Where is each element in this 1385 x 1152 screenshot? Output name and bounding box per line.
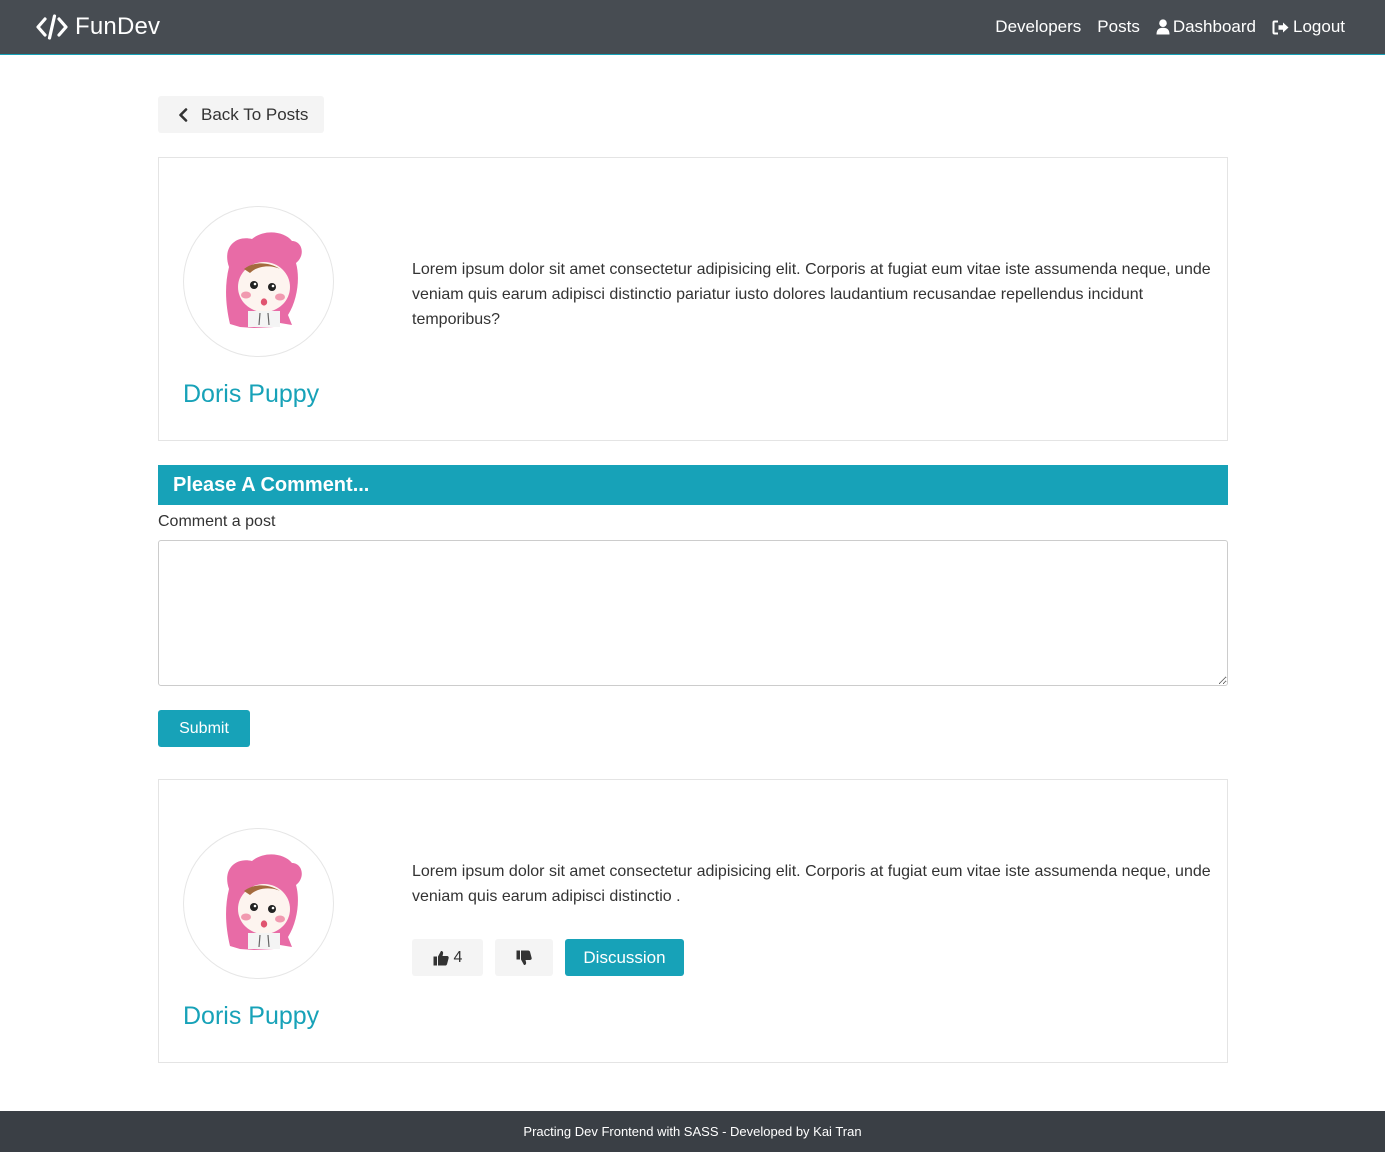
nav-link-label: Logout — [1293, 17, 1345, 36]
comment-actions: 4 Discussion — [412, 939, 684, 976]
nav-link-developers[interactable]: Developers — [995, 17, 1081, 37]
post-text: Lorem ipsum dolor sit amet consectetur a… — [412, 261, 1211, 328]
nav-link-label: Posts — [1097, 17, 1140, 36]
post-author-name[interactable]: Doris Puppy — [183, 380, 319, 409]
sign-out-icon — [1272, 20, 1289, 34]
avatar-image — [226, 854, 302, 950]
thumbs-up-icon — [433, 950, 449, 965]
brand-link[interactable]: FunDev — [36, 13, 160, 41]
nav-link-logout[interactable]: Logout — [1272, 17, 1345, 37]
chevron-left-icon — [179, 107, 188, 122]
comment-author-name[interactable]: Doris Puppy — [183, 1002, 319, 1031]
avatar[interactable] — [183, 206, 334, 357]
nav-link-label: Dashboard — [1172, 17, 1256, 36]
comment-textarea[interactable] — [158, 540, 1228, 686]
avatar[interactable] — [183, 828, 334, 979]
discussion-button[interactable]: Discussion — [565, 939, 684, 976]
avatar-image — [226, 232, 302, 328]
comment-label: Comment a post — [158, 513, 276, 530]
nav-link-posts[interactable]: Posts — [1097, 17, 1140, 37]
comment-text: Lorem ipsum dolor sit amet consectetur a… — [412, 863, 1211, 905]
dislike-button[interactable] — [495, 939, 553, 976]
code-icon — [36, 14, 68, 40]
like-count: 4 — [453, 948, 463, 966]
nav-links: Developers Posts Dashboard Logout — [979, 17, 1345, 37]
footer: Practing Dev Frontend with SASS - Develo… — [0, 1111, 1385, 1152]
back-to-posts-label: Back To Posts — [201, 104, 309, 124]
nav-link-label: Developers — [995, 17, 1082, 36]
user-icon — [1156, 19, 1170, 35]
like-button[interactable]: 4 — [412, 939, 483, 976]
submit-button[interactable]: Submit — [158, 710, 250, 747]
thumbs-down-icon — [516, 950, 532, 965]
navbar: FunDev Developers Posts Dashboard Logout — [0, 0, 1385, 55]
comment-form-header: Please A Comment... — [158, 465, 1228, 505]
brand-name: FunDev — [75, 13, 161, 40]
post-card: Doris Puppy Lorem ipsum dolor sit amet c… — [158, 157, 1228, 441]
nav-link-dashboard[interactable]: Dashboard — [1156, 17, 1256, 37]
comment-card: Doris Puppy Lorem ipsum dolor sit amet c… — [158, 779, 1228, 1063]
footer-text: Practing Dev Frontend with SASS - Develo… — [523, 1124, 862, 1139]
back-to-posts-button[interactable]: Back To Posts — [158, 96, 324, 133]
